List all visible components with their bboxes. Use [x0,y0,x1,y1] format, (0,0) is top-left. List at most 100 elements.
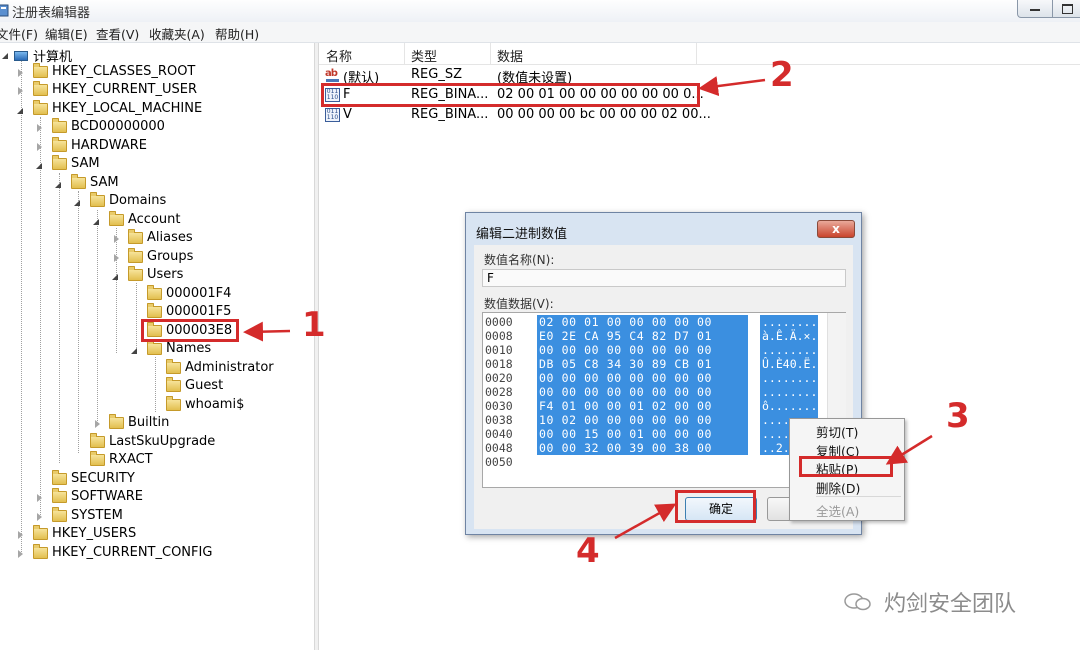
hex-row[interactable]: 0000 02 00 01 00 00 00 00 00........ [483,315,845,329]
expand-arrow-icon[interactable] [37,124,42,132]
hex-bytes[interactable]: 00 00 00 00 00 00 00 00 [537,385,748,399]
hex-row[interactable]: 0018 DB 05 C8 34 30 89 CB 01 Û.È40.Ë. [483,357,845,371]
tree-node-label: HKEY_CURRENT_USER [52,82,198,97]
menu-favorites[interactable]: 收藏夹(A) [149,24,205,43]
expand-arrow-icon[interactable] [18,531,23,539]
folder-icon [52,488,67,503]
tree-node-label: Administrator [185,360,274,375]
folder-icon [147,285,162,300]
highlight-box-f-value [321,83,700,107]
hex-ascii[interactable]: ........ [760,315,818,329]
column-header-name[interactable]: 名称 [326,46,352,65]
hex-bytes[interactable]: 00 00 00 00 00 00 00 00 [537,371,748,385]
folder-icon [166,377,181,392]
hex-bytes[interactable]: 00 00 32 00 39 00 38 00 [537,441,748,455]
annotation-number-3: 3 [946,396,970,436]
hex-ascii[interactable]: ô....... [760,399,818,413]
minimize-button[interactable] [1017,0,1053,18]
expand-arrow-icon[interactable] [18,69,23,77]
hex-offset: 0028 [485,385,513,399]
collapse-arrow-icon[interactable] [55,182,61,188]
expand-arrow-icon[interactable] [114,235,119,243]
tree-guide [59,173,60,463]
hex-bytes[interactable]: F4 01 00 00 01 02 00 00 [537,399,748,413]
hex-offset: 0020 [485,371,513,385]
collapse-arrow-icon[interactable] [2,53,8,59]
annotation-number-2: 2 [770,55,794,95]
collapse-arrow-icon[interactable] [131,348,137,354]
folder-open-icon [33,100,48,115]
hex-ascii[interactable]: ........ [760,371,818,385]
hex-ascii[interactable]: ........ [760,385,818,399]
collapse-arrow-icon[interactable] [36,163,42,169]
menu-item-select-all[interactable]: 全选(A) [816,501,859,520]
menu-item-cut[interactable]: 剪切(T) [816,422,858,441]
tree-node-label: SAM [71,156,100,171]
registry-tree[interactable]: 计算机 HKEY_CLASSES_ROOT HKEY_CURRENT_USER … [0,43,314,650]
hex-row[interactable]: 0010 00 00 00 00 00 00 00 00........ [483,343,845,357]
hex-offset: 0010 [485,343,513,357]
expand-arrow-icon[interactable] [37,494,42,502]
hex-bytes[interactable]: 00 00 00 00 00 00 00 00 [537,343,748,357]
expand-arrow-icon[interactable] [37,513,42,521]
menu-file[interactable]: 文件(F) [0,24,38,43]
menu-separator [816,496,901,497]
hex-bytes[interactable]: 00 00 15 00 01 00 00 00 [537,427,748,441]
expand-arrow-icon[interactable] [95,420,100,428]
value-name: V [343,107,352,122]
hex-row[interactable]: 0030 F4 01 00 00 01 02 00 00 ô....... [483,399,845,413]
annotation-number-4: 4 [576,531,600,571]
tree-node-label: Domains [109,193,167,208]
collapse-arrow-icon[interactable] [74,200,80,206]
menu-view[interactable]: 查看(V) [96,24,139,43]
folder-icon [147,303,162,318]
hex-bytes[interactable]: 10 02 00 00 00 00 00 00 [537,413,748,427]
hex-bytes[interactable]: E0 2E CA 95 C4 82 D7 01 [537,329,748,343]
tree-guide [40,117,41,517]
hex-ascii[interactable]: Û.È40.Ë. [760,357,818,371]
tree-node-label: HARDWARE [71,138,147,153]
menu-help[interactable]: 帮助(H) [215,24,259,43]
hex-bytes[interactable]: DB 05 C8 34 30 89 CB 01 [537,357,748,371]
collapse-arrow-icon[interactable] [112,274,118,280]
tree-node-label: 000001F4 [166,286,232,301]
column-header-data[interactable]: 数据 [497,46,523,65]
expand-arrow-icon[interactable] [18,550,23,558]
menu-edit[interactable]: 编辑(E) [45,24,88,43]
expand-arrow-icon[interactable] [37,143,42,151]
tree-guide [155,357,156,412]
string-value-icon: ab [325,68,340,82]
list-row-v[interactable]: 011 110 V REG_BINA... 00 00 00 00 bc 00 0… [319,106,1080,125]
tree-node-label: Builtin [128,415,170,430]
close-icon: x [832,222,840,236]
hex-ascii[interactable]: ........ [760,343,818,357]
hex-row[interactable]: 0008 E0 2E CA 95 C4 82 D7 01 à.Ê.Ä.×. [483,329,845,343]
hex-row[interactable]: 0020 00 00 00 00 00 00 00 00........ [483,371,845,385]
collapse-arrow-icon[interactable] [93,219,99,225]
tree-node-label: Groups [147,249,194,264]
folder-open-icon [147,340,162,355]
dialog-close-button[interactable]: x [817,220,855,238]
hex-row[interactable]: 0028 00 00 00 00 00 00 00 00........ [483,385,845,399]
column-divider[interactable] [696,43,697,64]
folder-icon [52,470,67,485]
collapse-arrow-icon[interactable] [17,108,23,114]
folder-icon [33,63,48,78]
hex-ascii[interactable]: à.Ê.Ä.×. [760,329,818,343]
hex-offset: 0030 [485,399,513,413]
folder-icon [128,248,143,263]
hex-bytes[interactable]: 02 00 01 00 00 00 00 00 [537,315,748,329]
expand-arrow-icon[interactable] [114,254,119,262]
maximize-button[interactable] [1052,0,1080,18]
tree-guide [21,60,22,554]
column-header-type[interactable]: 类型 [411,46,437,65]
column-divider[interactable] [490,43,491,64]
value-type: REG_SZ [411,67,462,82]
tree-node-label: Users [147,267,184,282]
expand-arrow-icon[interactable] [18,87,23,95]
tree-guide [116,228,117,353]
column-divider[interactable] [404,43,405,64]
tree-node-label: 000001F5 [166,304,232,319]
tree-node-label: HKEY_USERS [52,526,137,541]
menu-item-delete[interactable]: 删除(D) [816,478,860,497]
